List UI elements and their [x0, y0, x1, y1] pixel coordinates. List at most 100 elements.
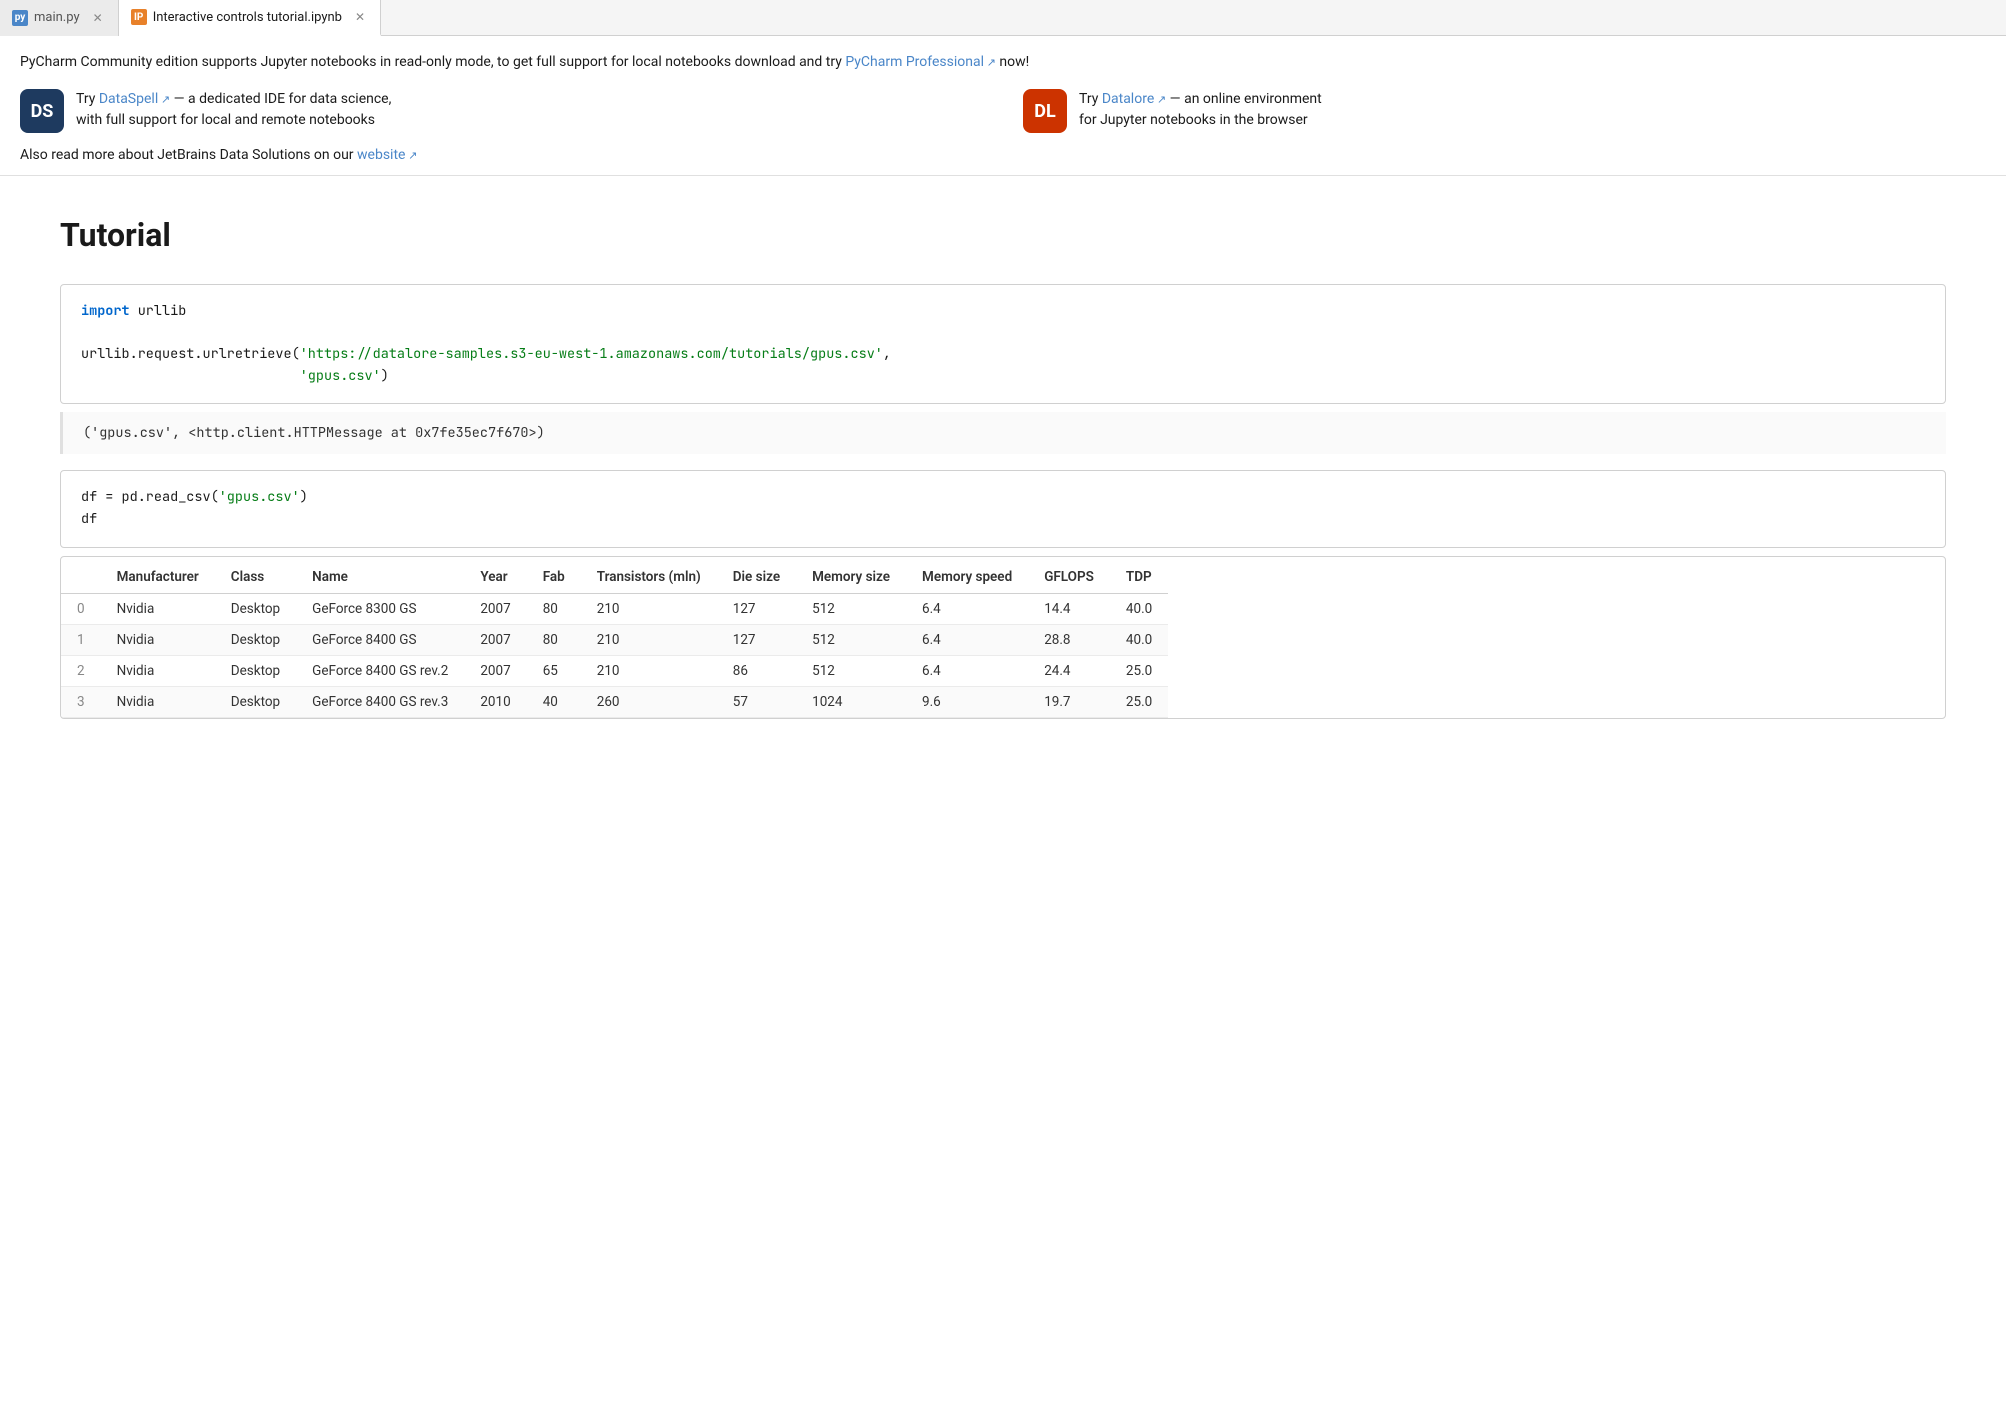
table-cell-r0-c7: 127 — [717, 593, 796, 624]
output-cell-1: ('gpus.csv', <http.client.HTTPMessage at… — [60, 412, 1946, 454]
dataspell-card-text: Try DataSpell — a dedicated IDE for data… — [76, 89, 391, 131]
table-cell-r2-c8: 512 — [796, 655, 906, 686]
table-cell-r1-c0: 1 — [61, 624, 101, 655]
output-cell-1-text: ('gpus.csv', <http.client.HTTPMessage at… — [83, 424, 545, 442]
dataspell-link[interactable]: DataSpell — [99, 91, 170, 107]
table-cell-r0-c5: 80 — [527, 593, 581, 624]
table-cell-r3-c0: 3 — [61, 686, 101, 717]
table-cell-r0-c9: 6.4 — [906, 593, 1028, 624]
table-cell-r3-c9: 9.6 — [906, 686, 1028, 717]
table-cell-r2-c2: Desktop — [215, 655, 296, 686]
main-content: Tutorial import urllib urllib.request.ur… — [0, 176, 2006, 759]
code-close-paren: ) — [381, 367, 389, 385]
tab-close-main-py[interactable]: ✕ — [90, 10, 106, 26]
col-header-gflops: GFLOPS — [1028, 561, 1110, 594]
table-row: 2NvidiaDesktopGeForce 8400 GS rev.220076… — [61, 655, 1168, 686]
table-cell-r3-c11: 25.0 — [1110, 686, 1168, 717]
table-cell-r2-c1: Nvidia — [101, 655, 215, 686]
table-cell-r1-c1: Nvidia — [101, 624, 215, 655]
table-cell-r0-c2: Desktop — [215, 593, 296, 624]
code-gpus-csv-2: 'gpus.csv' — [219, 488, 300, 506]
table-cell-r1-c8: 512 — [796, 624, 906, 655]
table-cell-r1-c6: 210 — [581, 624, 717, 655]
banner: PyCharm Community edition supports Jupyt… — [0, 36, 2006, 176]
website-link[interactable]: website — [357, 147, 417, 163]
table-cell-r1-c11: 40.0 — [1110, 624, 1168, 655]
table-cell-r2-c7: 86 — [717, 655, 796, 686]
col-header-fab: Fab — [527, 561, 581, 594]
banner-cards: DS Try DataSpell — a dedicated IDE for d… — [20, 89, 1986, 133]
table-cell-r1-c3: GeForce 8400 GS — [296, 624, 464, 655]
code-cell-1-content: import urllib urllib.request.urlretrieve… — [61, 285, 1945, 403]
tab-icon-ipynb: IP — [131, 9, 147, 25]
col-header-tdp: TDP — [1110, 561, 1168, 594]
table-cell-r0-c1: Nvidia — [101, 593, 215, 624]
table-wrapper: Manufacturer Class Name Year Fab Transis… — [61, 561, 1945, 718]
datalore-text-before: Try — [1079, 91, 1102, 107]
col-header-memory-speed: Memory speed — [906, 561, 1028, 594]
tab-bar: py main.py ✕ IP Interactive controls tut… — [0, 0, 2006, 36]
pycharm-professional-link[interactable]: PyCharm Professional — [845, 54, 996, 70]
datalore-card-text: Try Datalore — an online environmentfor … — [1079, 89, 1322, 131]
col-header-index — [61, 561, 101, 594]
table-row: 0NvidiaDesktopGeForce 8300 GS20078021012… — [61, 593, 1168, 624]
table-cell-r2-c11: 25.0 — [1110, 655, 1168, 686]
code-indent — [81, 367, 300, 385]
table-cell-r3-c3: GeForce 8400 GS rev.3 — [296, 686, 464, 717]
table-cell-r2-c6: 210 — [581, 655, 717, 686]
table-head: Manufacturer Class Name Year Fab Transis… — [61, 561, 1168, 594]
table-body: 0NvidiaDesktopGeForce 8300 GS20078021012… — [61, 593, 1168, 717]
table-cell-r2-c3: GeForce 8400 GS rev.2 — [296, 655, 464, 686]
col-header-class: Class — [215, 561, 296, 594]
table-cell-r1-c4: 2007 — [464, 624, 526, 655]
table-cell-r2-c0: 2 — [61, 655, 101, 686]
code-comma: , — [883, 345, 891, 363]
table-row: 3NvidiaDesktopGeForce 8400 GS rev.320104… — [61, 686, 1168, 717]
table-cell-r1-c2: Desktop — [215, 624, 296, 655]
table-cell-r3-c2: Desktop — [215, 686, 296, 717]
table-cell-r3-c6: 260 — [581, 686, 717, 717]
col-header-manufacturer: Manufacturer — [101, 561, 215, 594]
datalore-icon: DL — [1023, 89, 1067, 133]
col-header-transistors: Transistors (mln) — [581, 561, 717, 594]
banner-card-dataspell: DS Try DataSpell — a dedicated IDE for d… — [20, 89, 983, 133]
table-cell-r3-c4: 2010 — [464, 686, 526, 717]
table-cell-r2-c4: 2007 — [464, 655, 526, 686]
table-cell-r2-c9: 6.4 — [906, 655, 1028, 686]
table-cell-r1-c10: 28.8 — [1028, 624, 1110, 655]
tab-interactive-ipynb[interactable]: IP Interactive controls tutorial.ipynb ✕ — [119, 0, 381, 36]
table-cell-r1-c5: 80 — [527, 624, 581, 655]
code-url-string: 'https://datalore-samples.s3-eu-west-1.a… — [300, 345, 883, 363]
banner-footer-before: Also read more about JetBrains Data Solu… — [20, 147, 357, 163]
code-df-assign: df = pd.read_csv( — [81, 488, 219, 506]
table-container: Manufacturer Class Name Year Fab Transis… — [60, 556, 1946, 719]
gpu-table: Manufacturer Class Name Year Fab Transis… — [61, 561, 1168, 718]
col-header-name: Name — [296, 561, 464, 594]
datalore-link[interactable]: Datalore — [1102, 91, 1166, 107]
table-cell-r0-c0: 0 — [61, 593, 101, 624]
banner-text-now: now! — [996, 54, 1029, 70]
code-cell-2[interactable]: df = pd.read_csv('gpus.csv') df — [60, 470, 1946, 547]
tab-close-ipynb[interactable]: ✕ — [352, 9, 368, 25]
table-cell-r1-c7: 127 — [717, 624, 796, 655]
banner-card-datalore: DL Try Datalore — an online environmentf… — [1023, 89, 1986, 133]
table-cell-r0-c3: GeForce 8300 GS — [296, 593, 464, 624]
table-row: 1NvidiaDesktopGeForce 8400 GS20078021012… — [61, 624, 1168, 655]
code-cell-1[interactable]: import urllib urllib.request.urlretrieve… — [60, 284, 1946, 404]
tab-label-main-py: main.py — [34, 10, 80, 25]
tab-label-ipynb: Interactive controls tutorial.ipynb — [153, 10, 342, 25]
code-gpus-csv: 'gpus.csv' — [300, 367, 381, 385]
banner-footer: Also read more about JetBrains Data Solu… — [20, 147, 1986, 163]
code-cell-2-content: df = pd.read_csv('gpus.csv') df — [61, 471, 1945, 546]
col-header-year: Year — [464, 561, 526, 594]
tab-main-py[interactable]: py main.py ✕ — [0, 0, 119, 36]
table-cell-r3-c7: 57 — [717, 686, 796, 717]
dataspell-icon: DS — [20, 89, 64, 133]
table-header-row: Manufacturer Class Name Year Fab Transis… — [61, 561, 1168, 594]
table-cell-r2-c5: 65 — [527, 655, 581, 686]
code-urllib: urllib — [130, 302, 187, 320]
table-cell-r2-c10: 24.4 — [1028, 655, 1110, 686]
tab-icon-py: py — [12, 10, 28, 26]
table-cell-r0-c4: 2007 — [464, 593, 526, 624]
col-header-memory-size: Memory size — [796, 561, 906, 594]
